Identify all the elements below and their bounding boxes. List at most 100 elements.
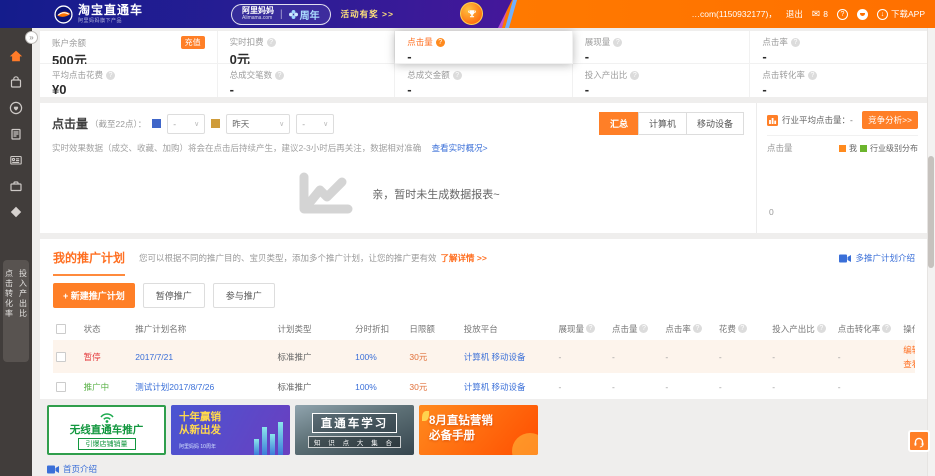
sidebar-item-reports[interactable] [8, 126, 24, 142]
cell-roi: - [769, 352, 835, 362]
multi-plan-intro-link[interactable]: 多推广计划介绍 [839, 252, 915, 264]
homepage-intro-link[interactable]: 首页介绍 [47, 463, 97, 475]
tab-my-plans[interactable]: 我的推广计划 [53, 249, 125, 276]
sidebar-metric-tool[interactable]: 点击转化率 投入产出比 [3, 260, 29, 362]
app-subtitle: 阿里妈妈旗下产品 [78, 17, 143, 24]
discount-link[interactable]: 100% [352, 382, 406, 392]
stat-roi[interactable]: 投入产出比? - [573, 64, 751, 97]
banner-wireless-promotion[interactable]: 无线直通车推广 引爆店铺销量 [47, 405, 166, 455]
daily-limit-value[interactable]: 30元 [406, 381, 460, 393]
info-icon[interactable]: ? [106, 71, 115, 80]
line-chart-placeholder-icon [296, 171, 354, 217]
sidebar-item-account[interactable] [8, 152, 24, 168]
banner-august-handbook[interactable]: 8月直钻营销必备手册 [419, 405, 538, 455]
help-icon[interactable]: ? [837, 9, 848, 20]
info-icon[interactable]: ? [738, 324, 747, 333]
info-icon[interactable]: ? [267, 38, 276, 47]
date-select[interactable]: 昨天∨ [226, 114, 290, 134]
device-tab-mobile[interactable]: 移动设备 [686, 112, 744, 135]
view-report-link[interactable]: 查看报表 [903, 358, 915, 370]
info-icon[interactable]: ? [808, 71, 817, 80]
table-header-row: 状态 推广计划名称 计划类型 分时折扣 日限额 投放平台 展现量? 点击量? 点… [53, 317, 915, 340]
divider: | [280, 9, 283, 20]
stat-label: 点击量 [407, 36, 433, 48]
discount-link[interactable]: 100% [352, 352, 406, 362]
metric-select[interactable]: -∨ [167, 114, 205, 134]
compare-select[interactable]: -∨ [296, 114, 334, 134]
customer-service-icon[interactable] [857, 9, 868, 20]
stat-clicks[interactable]: 点击量? - [395, 31, 573, 64]
platform-link[interactable]: 计算机 移动设备 [461, 351, 556, 363]
heart-badge-icon [8, 100, 24, 116]
col-discount: 分时折扣 [352, 323, 406, 335]
info-icon[interactable]: ? [453, 71, 462, 80]
new-plan-button[interactable]: + 新建推广计划 [53, 283, 135, 308]
cell-clicks: - [609, 382, 662, 392]
stat-conversion-rate[interactable]: 点击转化率? - [750, 64, 928, 97]
mail-indicator[interactable]: ✉ 8 [812, 9, 828, 20]
banner-title: 直通车学习 [312, 413, 398, 433]
prize-icon[interactable] [460, 2, 483, 25]
device-tab-all[interactable]: 汇总 [599, 112, 639, 135]
banner-learning[interactable]: 直通车学习 知 识 点 大 集 合 [295, 405, 414, 455]
alimama-anniversary-badge[interactable]: 阿里妈妈 Alimama.com | 周年 [231, 4, 331, 25]
taobao-zhitongche-logo[interactable]: 淘宝直通车 阿里妈妈旗下产品 [54, 4, 143, 24]
help-icon[interactable]: ? [436, 38, 445, 47]
info-icon[interactable]: ? [613, 38, 622, 47]
device-tab-pc[interactable]: 计算机 [638, 112, 687, 135]
info-icon[interactable]: ? [639, 324, 648, 333]
stat-total-orders: 总成交笔数? - [218, 64, 396, 97]
account-stats-panel: 账户余额充值 500元 实时扣费? 0元 点击量? - 展现量? - 点击率? … [40, 31, 928, 97]
learn-more-link[interactable]: 了解详情 >> [441, 252, 487, 264]
info-icon[interactable]: ? [586, 324, 595, 333]
banner-ten-year[interactable]: 十年赢销从新出发 阿里妈妈 10周年 [171, 405, 290, 455]
plan-name-link[interactable]: 2017/7/21 [132, 352, 274, 362]
col-ctr: 点击率? [662, 323, 715, 335]
promo-banners: 无线直通车推广 引爆店铺销量 十年赢销从新出发 阿里妈妈 10周年 直通车学习 … [47, 405, 538, 455]
info-icon[interactable]: ? [275, 71, 284, 80]
homepage-intro-label: 首页介绍 [63, 463, 97, 475]
info-icon[interactable]: ? [693, 324, 702, 333]
plan-name-link[interactable]: 测试计划2017/8/7/26 [132, 381, 274, 393]
promotion-plans-section: 我的推广计划 您可以根据不同的推广目的、宝贝类型，添加多个推广计划，让您的推广更… [40, 239, 928, 399]
customer-service-button[interactable] [908, 430, 930, 452]
scrollbar-thumb[interactable] [928, 156, 934, 268]
row-checkbox[interactable] [56, 382, 66, 392]
realtime-overview-link[interactable]: 查看实时概况> [432, 143, 488, 153]
platform-link[interactable]: 计算机 移动设备 [461, 381, 556, 393]
download-app-link[interactable]: ↓ 下载APP [877, 8, 925, 20]
sidebar-expand-toggle[interactable]: » [25, 31, 38, 44]
cell-impressions: - [556, 382, 609, 392]
recharge-button[interactable]: 充值 [181, 36, 205, 49]
logout-link[interactable]: 退出 [786, 8, 803, 20]
competition-analysis-button[interactable]: 竞争分析>> [862, 111, 918, 129]
sidebar-item-tools[interactable] [8, 178, 24, 194]
info-icon[interactable]: ? [817, 324, 826, 333]
info-icon[interactable]: ? [882, 324, 891, 333]
daily-limit-value[interactable]: 30元 [406, 351, 460, 363]
sidebar-item-shop[interactable] [8, 74, 24, 90]
bar-chart-icon [767, 115, 778, 126]
info-icon[interactable]: ? [791, 38, 800, 47]
stat-avg-click-cost: 平均点击花费? ¥0 [40, 64, 218, 97]
trend-chart-section: 点击量 （截至22点）： -∨ 昨天∨ -∨ 汇总 计算机 移动设备 实时效果数… [40, 103, 928, 233]
activity-link[interactable]: 活动有奖 >> [341, 8, 394, 20]
app-title: 淘宝直通车 [78, 4, 143, 17]
stat-ctr[interactable]: 点击率? - [750, 31, 928, 64]
join-promotion-button[interactable]: 参与推广 [213, 283, 275, 308]
diamond-icon [8, 204, 24, 220]
edit-plan-link[interactable]: 编辑 [903, 344, 915, 356]
date-select-value: 昨天 [232, 118, 249, 130]
sidebar-item-favorites[interactable] [8, 100, 24, 116]
stat-value: - [407, 82, 560, 97]
pause-promotion-button[interactable]: 暂停推广 [143, 283, 205, 308]
select-all-checkbox[interactable] [56, 324, 66, 334]
sidebar-item-home[interactable] [8, 48, 24, 64]
sidebar-item-premium[interactable] [8, 204, 24, 220]
col-roi: 投入产出比? [769, 323, 835, 335]
alimama-domain: Alimama.com [242, 15, 274, 21]
stat-impressions[interactable]: 展现量? - [573, 31, 751, 64]
page-scrollbar[interactable] [927, 28, 935, 476]
info-icon[interactable]: ? [630, 71, 639, 80]
row-checkbox[interactable] [56, 352, 66, 362]
